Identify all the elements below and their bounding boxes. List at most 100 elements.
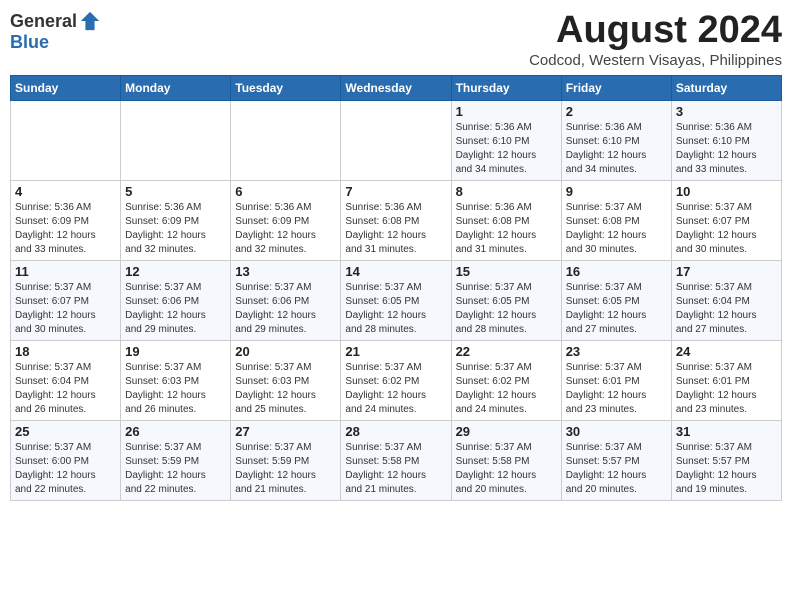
logo-icon: [79, 10, 101, 32]
day-cell: [341, 100, 451, 180]
day-number: 8: [456, 184, 557, 199]
day-number: 6: [235, 184, 336, 199]
column-header-wednesday: Wednesday: [341, 75, 451, 100]
day-number: 9: [566, 184, 667, 199]
day-info: Sunrise: 5:36 AM Sunset: 6:08 PM Dayligh…: [345, 201, 446, 257]
day-info: Sunrise: 5:37 AM Sunset: 6:00 PM Dayligh…: [15, 441, 116, 497]
month-year-title: August 2024: [529, 10, 782, 52]
day-info: Sunrise: 5:36 AM Sunset: 6:08 PM Dayligh…: [456, 201, 557, 257]
day-info: Sunrise: 5:36 AM Sunset: 6:09 PM Dayligh…: [125, 201, 226, 257]
day-number: 15: [456, 264, 557, 279]
day-number: 7: [345, 184, 446, 199]
day-cell: 24 Sunrise: 5:37 AM Sunset: 6:01 PM Dayli…: [671, 340, 781, 420]
day-info: Sunrise: 5:37 AM Sunset: 6:01 PM Dayligh…: [566, 361, 667, 417]
calendar-table: SundayMondayTuesdayWednesdayThursdayFrid…: [10, 75, 782, 501]
day-number: 28: [345, 424, 446, 439]
logo-blue-text: Blue: [10, 32, 49, 53]
day-number: 16: [566, 264, 667, 279]
day-number: 12: [125, 264, 226, 279]
day-number: 21: [345, 344, 446, 359]
day-cell: 30Sunrise: 5:37 AM Sunset: 5:57 PM Dayli…: [561, 420, 671, 500]
day-info: Sunrise: 5:37 AM Sunset: 6:06 PM Dayligh…: [235, 281, 336, 337]
day-info: Sunrise: 5:37 AM Sunset: 6:03 PM Dayligh…: [235, 361, 336, 417]
day-number: 24: [676, 344, 777, 359]
day-number: 26: [125, 424, 226, 439]
day-cell: 23 Sunrise: 5:37 AM Sunset: 6:01 PM Dayli…: [561, 340, 671, 420]
day-cell: 11 Sunrise: 5:37 AM Sunset: 6:07 PM Dayli…: [11, 260, 121, 340]
day-info: Sunrise: 5:37 AM Sunset: 6:04 PM Dayligh…: [676, 281, 777, 337]
week-row-3: 11 Sunrise: 5:37 AM Sunset: 6:07 PM Dayli…: [11, 260, 782, 340]
header: General Blue August 2024 Codcod, Western…: [10, 10, 782, 69]
column-header-friday: Friday: [561, 75, 671, 100]
day-cell: 5 Sunrise: 5:36 AM Sunset: 6:09 PM Daylig…: [121, 180, 231, 260]
day-info: Sunrise: 5:37 AM Sunset: 5:58 PM Dayligh…: [345, 441, 446, 497]
day-cell: 3Sunrise: 5:36 AM Sunset: 6:10 PM Daylig…: [671, 100, 781, 180]
day-info: Sunrise: 5:37 AM Sunset: 6:02 PM Dayligh…: [345, 361, 446, 417]
day-number: 11: [15, 264, 116, 279]
day-info: Sunrise: 5:37 AM Sunset: 6:07 PM Dayligh…: [676, 201, 777, 257]
day-cell: 13 Sunrise: 5:37 AM Sunset: 6:06 PM Dayli…: [231, 260, 341, 340]
day-cell: 15 Sunrise: 5:37 AM Sunset: 6:05 PM Dayli…: [451, 260, 561, 340]
week-row-1: 1 Sunrise: 5:36 AM Sunset: 6:10 PM Daylig…: [11, 100, 782, 180]
day-cell: 21 Sunrise: 5:37 AM Sunset: 6:02 PM Dayli…: [341, 340, 451, 420]
week-row-2: 4 Sunrise: 5:36 AM Sunset: 6:09 PM Daylig…: [11, 180, 782, 260]
day-info: Sunrise: 5:37 AM Sunset: 6:05 PM Dayligh…: [456, 281, 557, 337]
day-number: 20: [235, 344, 336, 359]
day-cell: 29 Sunrise: 5:37 AM Sunset: 5:58 PM Dayli…: [451, 420, 561, 500]
day-number: 1: [456, 104, 557, 119]
day-cell: 6 Sunrise: 5:36 AM Sunset: 6:09 PM Daylig…: [231, 180, 341, 260]
day-info: Sunrise: 5:37 AM Sunset: 6:02 PM Dayligh…: [456, 361, 557, 417]
calendar-body: 1 Sunrise: 5:36 AM Sunset: 6:10 PM Daylig…: [11, 100, 782, 500]
day-cell: 9 Sunrise: 5:37 AM Sunset: 6:08 PM Daylig…: [561, 180, 671, 260]
day-info: Sunrise: 5:37 AM Sunset: 6:01 PM Dayligh…: [676, 361, 777, 417]
column-header-monday: Monday: [121, 75, 231, 100]
day-info: Sunrise: 5:36 AM Sunset: 6:10 PM Dayligh…: [456, 121, 557, 177]
day-cell: 18Sunrise: 5:37 AM Sunset: 6:04 PM Dayli…: [11, 340, 121, 420]
day-number: 30: [566, 424, 667, 439]
day-info: Sunrise: 5:37 AM Sunset: 5:57 PM Dayligh…: [676, 441, 777, 497]
day-info: Sunrise: 5:37 AM Sunset: 6:08 PM Dayligh…: [566, 201, 667, 257]
day-number: 5: [125, 184, 226, 199]
column-header-saturday: Saturday: [671, 75, 781, 100]
day-info: Sunrise: 5:37 AM Sunset: 6:05 PM Dayligh…: [566, 281, 667, 337]
day-number: 19: [125, 344, 226, 359]
day-info: Sunrise: 5:37 AM Sunset: 6:05 PM Dayligh…: [345, 281, 446, 337]
day-info: Sunrise: 5:37 AM Sunset: 6:03 PM Dayligh…: [125, 361, 226, 417]
day-cell: [231, 100, 341, 180]
day-number: 25: [15, 424, 116, 439]
day-info: Sunrise: 5:37 AM Sunset: 5:59 PM Dayligh…: [235, 441, 336, 497]
day-info: Sunrise: 5:36 AM Sunset: 6:10 PM Dayligh…: [676, 121, 777, 177]
day-cell: 1 Sunrise: 5:36 AM Sunset: 6:10 PM Daylig…: [451, 100, 561, 180]
day-cell: 22Sunrise: 5:37 AM Sunset: 6:02 PM Dayli…: [451, 340, 561, 420]
day-number: 10: [676, 184, 777, 199]
column-header-tuesday: Tuesday: [231, 75, 341, 100]
day-cell: 25 Sunrise: 5:37 AM Sunset: 6:00 PM Dayli…: [11, 420, 121, 500]
day-cell: 8 Sunrise: 5:36 AM Sunset: 6:08 PM Daylig…: [451, 180, 561, 260]
day-cell: 31 Sunrise: 5:37 AM Sunset: 5:57 PM Dayli…: [671, 420, 781, 500]
day-cell: 17Sunrise: 5:37 AM Sunset: 6:04 PM Dayli…: [671, 260, 781, 340]
week-row-5: 25 Sunrise: 5:37 AM Sunset: 6:00 PM Dayli…: [11, 420, 782, 500]
day-cell: 28 Sunrise: 5:37 AM Sunset: 5:58 PM Dayli…: [341, 420, 451, 500]
column-header-sunday: Sunday: [11, 75, 121, 100]
day-number: 4: [15, 184, 116, 199]
column-header-thursday: Thursday: [451, 75, 561, 100]
header-row: SundayMondayTuesdayWednesdayThursdayFrid…: [11, 75, 782, 100]
day-info: Sunrise: 5:37 AM Sunset: 5:59 PM Dayligh…: [125, 441, 226, 497]
title-area: August 2024 Codcod, Western Visayas, Phi…: [529, 10, 782, 69]
day-cell: 12Sunrise: 5:37 AM Sunset: 6:06 PM Dayli…: [121, 260, 231, 340]
day-number: 13: [235, 264, 336, 279]
day-number: 14: [345, 264, 446, 279]
calendar-header: SundayMondayTuesdayWednesdayThursdayFrid…: [11, 75, 782, 100]
location-subtitle: Codcod, Western Visayas, Philippines: [529, 52, 782, 69]
day-cell: [121, 100, 231, 180]
day-number: 23: [566, 344, 667, 359]
day-info: Sunrise: 5:37 AM Sunset: 6:07 PM Dayligh…: [15, 281, 116, 337]
day-info: Sunrise: 5:37 AM Sunset: 5:58 PM Dayligh…: [456, 441, 557, 497]
day-info: Sunrise: 5:36 AM Sunset: 6:09 PM Dayligh…: [235, 201, 336, 257]
day-info: Sunrise: 5:37 AM Sunset: 6:04 PM Dayligh…: [15, 361, 116, 417]
day-cell: 14 Sunrise: 5:37 AM Sunset: 6:05 PM Dayli…: [341, 260, 451, 340]
day-number: 29: [456, 424, 557, 439]
day-cell: 27Sunrise: 5:37 AM Sunset: 5:59 PM Dayli…: [231, 420, 341, 500]
day-number: 31: [676, 424, 777, 439]
logo-general-text: General: [10, 11, 77, 32]
